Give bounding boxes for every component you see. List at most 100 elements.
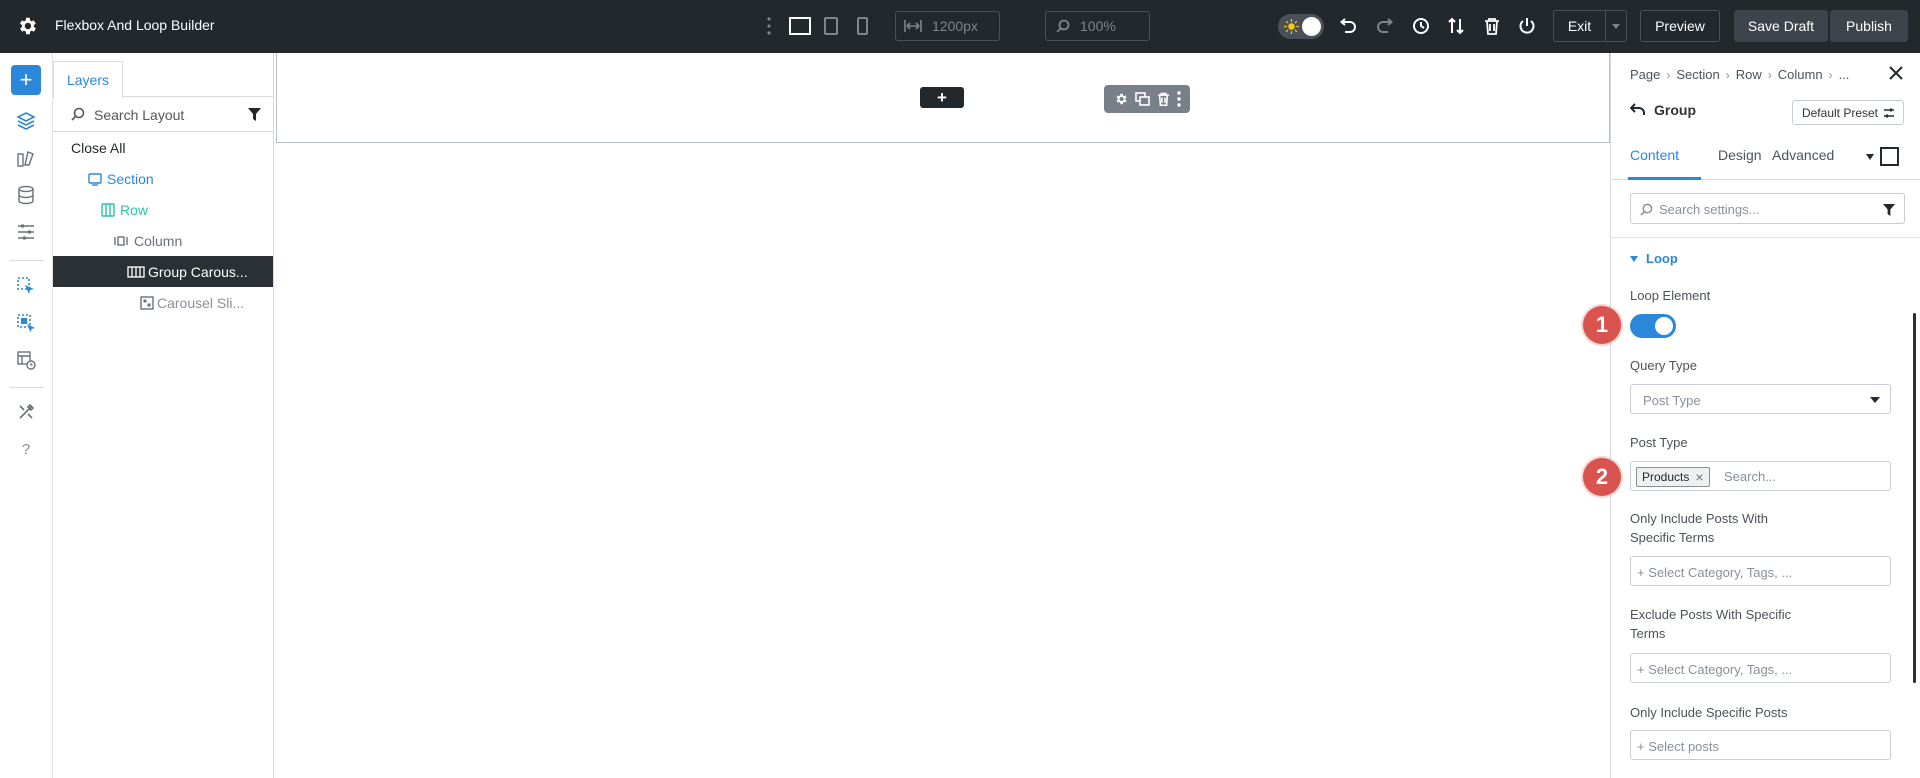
save-draft-button[interactable]: Save Draft bbox=[1734, 10, 1828, 42]
remove-chip-icon[interactable]: × bbox=[1695, 469, 1703, 485]
trash-icon[interactable] bbox=[1482, 16, 1502, 36]
layer-item-section[interactable]: Section bbox=[53, 163, 273, 194]
layer-item-group-carousel[interactable]: Group Carous... bbox=[53, 256, 273, 287]
query-type-label: Query Type bbox=[1630, 358, 1697, 373]
delete-icon[interactable] bbox=[1157, 92, 1170, 106]
chevron-down-icon bbox=[1870, 397, 1880, 403]
element-header: Group bbox=[1630, 102, 1696, 118]
exit-dropdown-button[interactable] bbox=[1605, 10, 1627, 42]
close-all-button[interactable]: Close All bbox=[53, 132, 273, 163]
preview-button[interactable]: Preview bbox=[1640, 10, 1720, 42]
post-type-search-placeholder: Search... bbox=[1724, 469, 1777, 484]
layer-item-carousel-slide[interactable]: Carousel Sli... bbox=[53, 287, 273, 318]
breadcrumb-more[interactable]: ... bbox=[1839, 67, 1850, 82]
design-palette-icon[interactable] bbox=[14, 146, 38, 170]
tabs-dropdown-icon[interactable] bbox=[1866, 154, 1874, 160]
loop-element-toggle[interactable] bbox=[1630, 314, 1676, 338]
tab-layers[interactable]: Layers bbox=[53, 61, 123, 98]
breadcrumb-column[interactable]: Column bbox=[1778, 67, 1823, 82]
layer-label: Carousel Sli... bbox=[157, 295, 245, 311]
exit-button[interactable]: Exit bbox=[1553, 10, 1605, 42]
back-arrow-icon[interactable] bbox=[1630, 103, 1646, 117]
chevron-right-icon: › bbox=[1767, 67, 1772, 82]
tab-advanced[interactable]: Advanced bbox=[1772, 147, 1834, 163]
layer-label: Column bbox=[134, 233, 183, 249]
zoom-field[interactable]: 100% bbox=[1045, 11, 1150, 41]
duplicate-icon[interactable] bbox=[1134, 92, 1150, 106]
query-type-select[interactable]: Post Type bbox=[1630, 384, 1891, 414]
tools-icon[interactable] bbox=[14, 400, 38, 424]
power-icon[interactable] bbox=[1517, 16, 1537, 36]
element-title: Group bbox=[1654, 102, 1696, 118]
exclude-terms-field[interactable]: + Select Category, Tags, ... bbox=[1630, 653, 1891, 683]
list-settings-icon[interactable] bbox=[14, 220, 38, 244]
tablet-view-icon[interactable] bbox=[822, 15, 840, 37]
settings-scrollbar[interactable] bbox=[1913, 313, 1916, 683]
layer-label: Section bbox=[107, 171, 154, 187]
tab-content[interactable]: Content bbox=[1630, 147, 1679, 163]
layers-search[interactable]: Search Layout bbox=[53, 97, 273, 132]
loop-cursor-icon[interactable] bbox=[14, 274, 38, 298]
redo-icon[interactable] bbox=[1375, 16, 1395, 36]
loop-group-toggle[interactable]: Loop bbox=[1630, 251, 1678, 266]
carousel-slide-icon bbox=[140, 296, 154, 310]
more-options-icon[interactable] bbox=[1176, 91, 1181, 107]
breadcrumb-row[interactable]: Row bbox=[1736, 67, 1762, 82]
include-terms-placeholder: + Select Category, Tags, ... bbox=[1637, 565, 1793, 580]
include-posts-field[interactable]: + Select posts bbox=[1630, 730, 1891, 760]
more-vertical-icon[interactable] bbox=[764, 16, 774, 36]
settings-search-input[interactable]: Search settings... bbox=[1630, 193, 1905, 224]
module-hover-toolbar bbox=[1104, 85, 1190, 113]
post-type-chip[interactable]: Products × bbox=[1636, 467, 1710, 487]
builder-canvas[interactable]: + bbox=[274, 53, 1610, 778]
expand-panel-icon[interactable] bbox=[1880, 147, 1899, 166]
module-settings-icon[interactable] bbox=[1114, 92, 1128, 106]
layers-icon[interactable] bbox=[14, 109, 38, 133]
layers-tabstrip: Layers bbox=[53, 53, 273, 98]
width-arrows-icon bbox=[904, 19, 922, 33]
preset-label: Default Preset bbox=[1801, 105, 1879, 120]
loop-builder-icon[interactable] bbox=[14, 311, 38, 335]
desktop-view-icon[interactable] bbox=[788, 15, 812, 37]
breadcrumb-page[interactable]: Page bbox=[1630, 67, 1660, 82]
undo-icon[interactable] bbox=[1338, 16, 1358, 36]
active-tab-indicator bbox=[1628, 177, 1701, 180]
layers-panel: Layers Search Layout Close All Section R… bbox=[53, 53, 274, 778]
template-clock-icon[interactable] bbox=[14, 348, 38, 372]
layer-item-row[interactable]: Row bbox=[53, 194, 273, 225]
include-posts-label: Only Include Specific Posts bbox=[1630, 705, 1788, 720]
help-icon[interactable]: ? bbox=[14, 437, 38, 461]
chevron-right-icon: › bbox=[1666, 67, 1671, 82]
group-carousel-icon bbox=[127, 265, 145, 279]
filter-icon[interactable] bbox=[1883, 203, 1895, 221]
caret-down-icon bbox=[1630, 255, 1638, 262]
layer-item-column[interactable]: Column bbox=[53, 225, 273, 256]
portability-icon[interactable] bbox=[1446, 16, 1466, 36]
filter-icon[interactable] bbox=[248, 108, 261, 126]
settings-gear-icon[interactable] bbox=[16, 15, 38, 37]
close-icon[interactable] bbox=[1888, 65, 1906, 83]
close-all-label: Close All bbox=[71, 140, 126, 156]
add-row-button[interactable]: + bbox=[920, 87, 964, 108]
breadcrumb: Page › Section › Row › Column › ... bbox=[1630, 67, 1849, 82]
column-icon bbox=[114, 234, 128, 248]
add-module-button[interactable]: + bbox=[11, 65, 41, 95]
tab-design[interactable]: Design bbox=[1718, 147, 1762, 163]
preset-selector[interactable]: Default Preset bbox=[1792, 100, 1904, 125]
phone-view-icon[interactable] bbox=[854, 15, 870, 37]
dark-mode-toggle[interactable] bbox=[1278, 14, 1324, 39]
rail-divider bbox=[10, 260, 43, 261]
include-terms-label: Only Include Posts With Specific Terms bbox=[1630, 511, 1768, 545]
publish-button[interactable]: Publish bbox=[1830, 10, 1908, 42]
breadcrumb-section[interactable]: Section bbox=[1676, 67, 1719, 82]
include-terms-field[interactable]: + Select Category, Tags, ... bbox=[1630, 556, 1891, 586]
rail-divider bbox=[10, 387, 43, 388]
zoom-value: 100% bbox=[1080, 18, 1116, 34]
left-icon-rail: + ? bbox=[0, 53, 53, 778]
viewport-width-field[interactable]: 1200px bbox=[895, 11, 1000, 41]
exclude-terms-placeholder: + Select Category, Tags, ... bbox=[1637, 662, 1793, 677]
history-icon[interactable] bbox=[1411, 16, 1431, 36]
toggle-knob bbox=[1655, 317, 1673, 335]
post-type-field[interactable]: Products × Search... bbox=[1630, 461, 1891, 491]
database-icon[interactable] bbox=[14, 183, 38, 207]
